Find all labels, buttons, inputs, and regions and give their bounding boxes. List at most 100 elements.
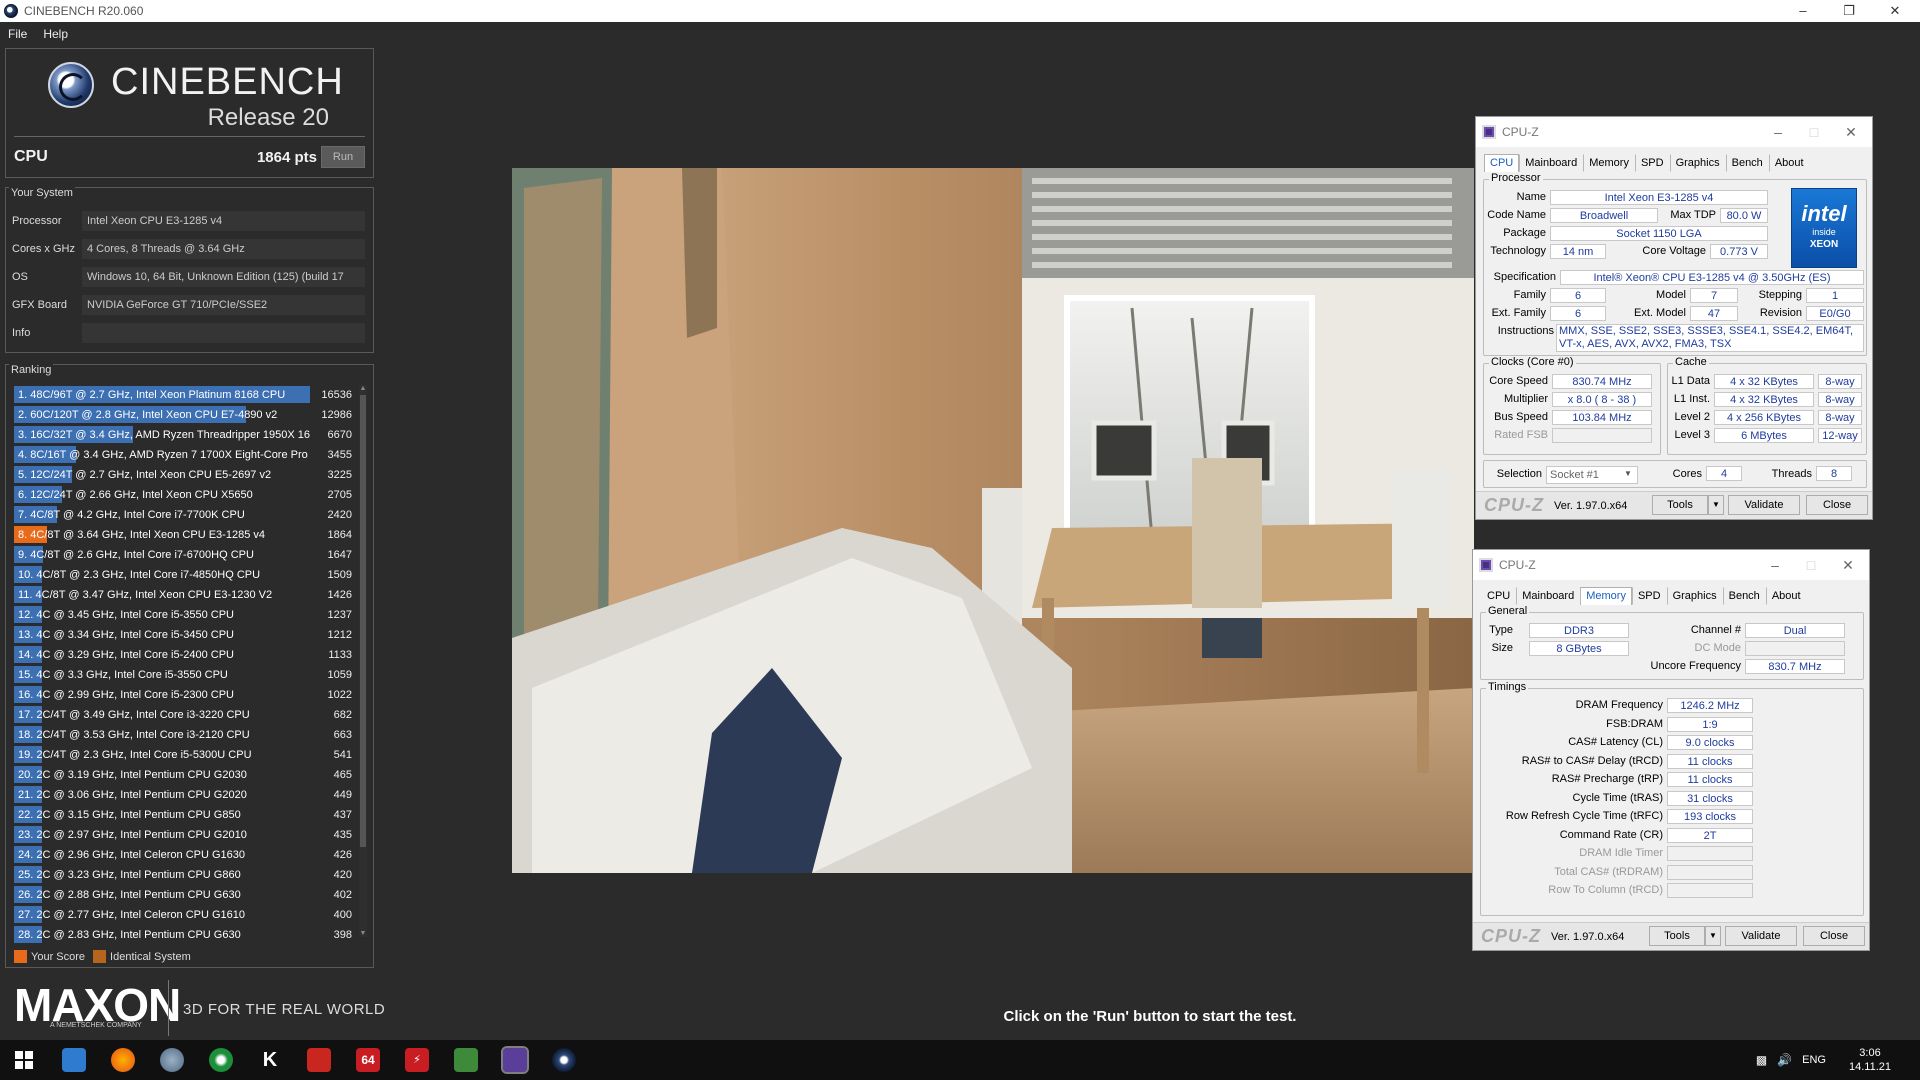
model-value: 7: [1690, 288, 1738, 303]
minimize-button[interactable]: –: [1755, 550, 1795, 580]
ranking-row[interactable]: 26. 2C @ 2.88 GHz, Intel Pentium CPU G63…: [14, 885, 352, 905]
tab-bench[interactable]: Bench: [1722, 587, 1766, 605]
ranking-row[interactable]: 22. 2C @ 3.15 GHz, Intel Pentium CPU G85…: [14, 805, 352, 825]
tab-graphics[interactable]: Graphics: [1669, 154, 1726, 172]
tab-spd[interactable]: SPD: [1634, 154, 1670, 172]
ranking-row[interactable]: 6. 12C/24T @ 2.66 GHz, Intel Xeon CPU X5…: [14, 485, 352, 505]
validate-button[interactable]: Validate: [1728, 495, 1800, 515]
power-app-icon[interactable]: ⚡: [405, 1048, 429, 1072]
ranking-row[interactable]: 11. 4C/8T @ 3.47 GHz, Intel Xeon CPU E3-…: [14, 585, 352, 605]
ranking-row[interactable]: 9. 4C/8T @ 2.6 GHz, Intel Core i7-6700HQ…: [14, 545, 352, 565]
timing-value: 31 clocks: [1667, 790, 1753, 806]
minimize-button[interactable]: –: [1780, 0, 1826, 22]
ranking-row[interactable]: 5. 12C/24T @ 2.7 GHz, Intel Xeon CPU E5-…: [14, 465, 352, 485]
cpuz-taskbar-icon[interactable]: [501, 1046, 529, 1074]
tab-about[interactable]: About: [1765, 587, 1807, 605]
gpu-app-icon[interactable]: [454, 1048, 478, 1072]
ranking-row[interactable]: 12. 4C @ 3.45 GHz, Intel Core i5-3550 CP…: [14, 605, 352, 625]
tab-mainboard[interactable]: Mainboard: [1516, 587, 1580, 605]
ranking-row[interactable]: 2. 60C/120T @ 2.8 GHz, Intel Xeon CPU E7…: [14, 405, 352, 425]
ranking-row[interactable]: 28. 2C @ 2.83 GHz, Intel Pentium CPU G63…: [14, 925, 352, 945]
ranking-row[interactable]: 1. 48C/96T @ 2.7 GHz, Intel Xeon Platinu…: [14, 385, 352, 405]
render-scene-drawing: [512, 168, 1474, 873]
xbox-icon[interactable]: [209, 1048, 233, 1072]
ranking-row[interactable]: 18. 2C/4T @ 3.53 GHz, Intel Core i3-2120…: [14, 725, 352, 745]
system-value[interactable]: Intel Xeon CPU E3-1285 v4: [82, 211, 365, 231]
chevron-down-icon[interactable]: ▼: [1624, 469, 1632, 478]
windows-start-icon[interactable]: [12, 1048, 36, 1072]
clock[interactable]: 3:06 14.11.21: [1840, 1046, 1900, 1074]
hwinfo-icon[interactable]: [307, 1048, 331, 1072]
close-button[interactable]: ✕: [1872, 0, 1918, 22]
ranking-row[interactable]: 15. 4C @ 3.3 GHz, Intel Core i5-3550 CPU…: [14, 665, 352, 685]
ranking-row[interactable]: 10. 4C/8T @ 2.3 GHz, Intel Core i7-4850H…: [14, 565, 352, 585]
scroll-up-icon[interactable]: ▲: [359, 385, 367, 392]
maxon-logo: MAXON A NEMETSCHEK COMPANY: [14, 978, 181, 1032]
menu-help[interactable]: Help: [43, 27, 68, 41]
tools-button[interactable]: Tools: [1649, 926, 1705, 946]
scroll-down-icon[interactable]: ▼: [359, 930, 367, 937]
system-value[interactable]: NVIDIA GeForce GT 710/PCIe/SSE2: [82, 295, 365, 315]
tab-memory[interactable]: Memory: [1580, 587, 1632, 605]
ranking-row[interactable]: 24. 2C @ 2.96 GHz, Intel Celeron CPU G16…: [14, 845, 352, 865]
tab-cpu[interactable]: CPU: [1484, 154, 1520, 172]
tab-memory[interactable]: Memory: [1583, 154, 1635, 172]
cpuz-logo: CPU-Z: [1484, 495, 1544, 515]
file-explorer-icon[interactable]: [62, 1048, 86, 1072]
ranking-row[interactable]: 20. 2C @ 3.19 GHz, Intel Pentium CPU G20…: [14, 765, 352, 785]
menu-file[interactable]: File: [8, 27, 27, 41]
chevron-down-icon[interactable]: ▼: [1705, 926, 1721, 946]
system-row-gfx: GFX Board NVIDIA GeForce GT 710/PCIe/SSE…: [12, 294, 365, 316]
ranking-scrollbar[interactable]: ▲ ▼: [359, 385, 367, 937]
chevron-down-icon[interactable]: ▼: [1708, 495, 1724, 515]
k-app-icon[interactable]: K: [258, 1048, 282, 1072]
ranking-row[interactable]: 3. 16C/32T @ 3.4 GHz, AMD Ryzen Threadri…: [14, 425, 352, 445]
ranking-row[interactable]: 23. 2C @ 2.97 GHz, Intel Pentium CPU G20…: [14, 825, 352, 845]
cpuz-window-title: CPU-Z: [1499, 558, 1536, 572]
intel-logo-text: intel: [1801, 201, 1847, 226]
tab-bench[interactable]: Bench: [1725, 154, 1769, 172]
ranking-score: 435: [333, 829, 352, 841]
firefox-icon[interactable]: [111, 1048, 135, 1072]
close-button[interactable]: Close: [1803, 926, 1865, 946]
ranking-row[interactable]: 8. 4C/8T @ 3.64 GHz, Intel Xeon CPU E3-1…: [14, 525, 352, 545]
info-field[interactable]: [82, 323, 365, 343]
bus-speed-value: 103.84 MHz: [1552, 410, 1652, 425]
ranking-row[interactable]: 17. 2C/4T @ 3.49 GHz, Intel Core i3-3220…: [14, 705, 352, 725]
minimize-button[interactable]: –: [1758, 117, 1798, 147]
tab-mainboard[interactable]: Mainboard: [1519, 154, 1583, 172]
close-button[interactable]: ✕: [1828, 550, 1868, 580]
clocks-group: Clocks (Core #0) Core Speed 830.74 MHz M…: [1483, 356, 1661, 455]
ranking-row[interactable]: 4. 8C/16T @ 3.4 GHz, AMD Ryzen 7 1700X E…: [14, 445, 352, 465]
cinebench-taskbar-icon[interactable]: [552, 1048, 576, 1072]
tab-about[interactable]: About: [1768, 154, 1810, 172]
tab-spd[interactable]: SPD: [1631, 587, 1667, 605]
tab-cpu[interactable]: CPU: [1481, 587, 1516, 605]
system-value[interactable]: 4 Cores, 8 Threads @ 3.64 GHz: [82, 239, 365, 259]
tab-graphics[interactable]: Graphics: [1666, 587, 1723, 605]
maximize-button[interactable]: □: [1794, 117, 1834, 147]
close-button[interactable]: Close: [1806, 495, 1868, 515]
run-button[interactable]: Run: [321, 146, 365, 168]
field-label: Stepping: [1758, 289, 1802, 301]
ranking-row[interactable]: 7. 4C/8T @ 4.2 GHz, Intel Core i7-7700K …: [14, 505, 352, 525]
tools-button[interactable]: Tools: [1652, 495, 1708, 515]
maximize-button[interactable]: ❐: [1826, 0, 1872, 22]
scroll-thumb[interactable]: [360, 395, 366, 847]
network-icon[interactable]: ▩: [1756, 1053, 1767, 1067]
volume-icon[interactable]: 🔊: [1777, 1053, 1792, 1067]
validate-button[interactable]: Validate: [1725, 926, 1797, 946]
ranking-row[interactable]: 25. 2C @ 3.23 GHz, Intel Pentium CPU G86…: [14, 865, 352, 885]
ranking-row[interactable]: 16. 4C @ 2.99 GHz, Intel Core i5-2300 CP…: [14, 685, 352, 705]
ranking-row[interactable]: 21. 2C @ 3.06 GHz, Intel Pentium CPU G20…: [14, 785, 352, 805]
close-button[interactable]: ✕: [1831, 117, 1871, 147]
ranking-row[interactable]: 13. 4C @ 3.34 GHz, Intel Core i5-3450 CP…: [14, 625, 352, 645]
aida64-icon[interactable]: 64: [356, 1048, 380, 1072]
maximize-button[interactable]: □: [1791, 550, 1831, 580]
ranking-row[interactable]: 19. 2C/4T @ 2.3 GHz, Intel Core i5-5300U…: [14, 745, 352, 765]
system-value[interactable]: Windows 10, 64 Bit, Unknown Edition (125…: [82, 267, 365, 287]
ranking-row[interactable]: 14. 4C @ 3.29 GHz, Intel Core i5-2400 CP…: [14, 645, 352, 665]
language-indicator[interactable]: ENG: [1802, 1054, 1826, 1066]
ranking-row[interactable]: 27. 2C @ 2.77 GHz, Intel Celeron CPU G16…: [14, 905, 352, 925]
app-icon[interactable]: [160, 1048, 184, 1072]
